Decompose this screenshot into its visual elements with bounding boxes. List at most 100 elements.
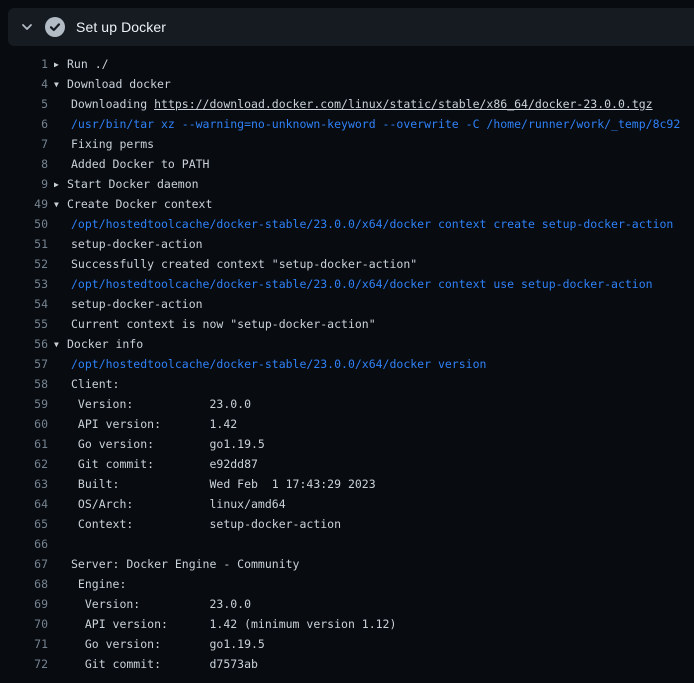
line-number[interactable]: 63 bbox=[0, 474, 48, 494]
log-line: 59 Version: 23.0.0 bbox=[0, 394, 694, 414]
line-number[interactable]: 53 bbox=[0, 274, 48, 294]
log-text: Version: 23.0.0 bbox=[71, 397, 251, 411]
line-content: ▼Download docker bbox=[54, 74, 694, 94]
log-line: 49 ▼Create Docker context bbox=[0, 194, 694, 214]
line-content: setup-docker-action bbox=[54, 234, 694, 254]
command-text: /opt/hostedtoolcache/docker-stable/23.0.… bbox=[71, 357, 486, 371]
log-text: Client: bbox=[71, 377, 119, 391]
log-line: 70 API version: 1.42 (minimum version 1.… bbox=[0, 614, 694, 634]
chevron-down-icon[interactable]: ▼ bbox=[54, 195, 67, 214]
log-text: Start Docker daemon bbox=[67, 177, 199, 191]
line-content: ▼Docker info bbox=[54, 334, 694, 354]
line-content: Added Docker to PATH bbox=[54, 154, 694, 174]
chevron-right-icon[interactable]: ▶ bbox=[54, 55, 67, 74]
line-number[interactable]: 66 bbox=[0, 534, 48, 554]
step-header[interactable]: Set up Docker bbox=[8, 8, 694, 46]
log-text: setup-docker-action bbox=[71, 297, 203, 311]
line-number[interactable]: 1 bbox=[0, 54, 48, 74]
log-text: Go version: go1.19.5 bbox=[71, 437, 265, 451]
chevron-down-icon[interactable] bbox=[20, 20, 34, 34]
line-number[interactable]: 49 bbox=[0, 194, 48, 214]
line-content: API version: 1.42 bbox=[54, 414, 694, 434]
line-number[interactable]: 9 bbox=[0, 174, 48, 194]
log-line: 5 Downloading https://download.docker.com… bbox=[0, 94, 694, 114]
log-line: 54 setup-docker-action bbox=[0, 294, 694, 314]
log-line: 57/opt/hostedtoolcache/docker-stable/23.… bbox=[0, 354, 694, 374]
log-line: 58 Client: bbox=[0, 374, 694, 394]
line-content: Downloading https://download.docker.com/… bbox=[54, 94, 694, 114]
log-line: 50/opt/hostedtoolcache/docker-stable/23.… bbox=[0, 214, 694, 234]
line-number[interactable]: 64 bbox=[0, 494, 48, 514]
line-number[interactable]: 51 bbox=[0, 234, 48, 254]
command-text: /opt/hostedtoolcache/docker-stable/23.0.… bbox=[71, 277, 653, 291]
log-line: 56 ▼Docker info bbox=[0, 334, 694, 354]
line-number[interactable]: 62 bbox=[0, 454, 48, 474]
line-number[interactable]: 55 bbox=[0, 314, 48, 334]
line-number[interactable]: 58 bbox=[0, 374, 48, 394]
log-line: 1 ▶Run ./ bbox=[0, 54, 694, 74]
log-line: 63 Built: Wed Feb 1 17:43:29 2023 bbox=[0, 474, 694, 494]
line-content: Successfully created context "setup-dock… bbox=[54, 254, 694, 274]
line-number[interactable]: 65 bbox=[0, 514, 48, 534]
log-text: Git commit: d7573ab bbox=[71, 657, 258, 671]
command-text: /opt/hostedtoolcache/docker-stable/23.0.… bbox=[71, 217, 673, 231]
line-number[interactable]: 7 bbox=[0, 134, 48, 154]
line-content: Context: setup-docker-action bbox=[54, 514, 694, 534]
chevron-down-icon[interactable]: ▼ bbox=[54, 335, 67, 354]
line-number[interactable]: 8 bbox=[0, 154, 48, 174]
line-number[interactable]: 72 bbox=[0, 654, 48, 674]
line-number[interactable]: 71 bbox=[0, 634, 48, 654]
log-text: Git commit: e92dd87 bbox=[71, 457, 258, 471]
chevron-right-icon[interactable]: ▶ bbox=[54, 175, 67, 194]
line-content: API version: 1.42 (minimum version 1.12) bbox=[54, 614, 694, 634]
line-content: OS/Arch: linux/amd64 bbox=[54, 494, 694, 514]
line-number[interactable]: 61 bbox=[0, 434, 48, 454]
line-number[interactable]: 68 bbox=[0, 574, 48, 594]
log-text: Version: 23.0.0 bbox=[71, 597, 251, 611]
line-content: ▶Run ./ bbox=[54, 54, 694, 74]
log-text: API version: 1.42 bbox=[71, 417, 237, 431]
line-content: ▼Create Docker context bbox=[54, 194, 694, 214]
line-number[interactable]: 70 bbox=[0, 614, 48, 634]
line-content: /opt/hostedtoolcache/docker-stable/23.0.… bbox=[54, 274, 694, 294]
line-number[interactable]: 60 bbox=[0, 414, 48, 434]
step-title: Set up Docker bbox=[76, 19, 166, 35]
log-line: 65 Context: setup-docker-action bbox=[0, 514, 694, 534]
log-text: Run ./ bbox=[67, 57, 109, 71]
line-content: Go version: go1.19.5 bbox=[54, 434, 694, 454]
line-number[interactable]: 54 bbox=[0, 294, 48, 314]
line-content: Version: 23.0.0 bbox=[54, 594, 694, 614]
line-number[interactable]: 6 bbox=[0, 114, 48, 134]
line-number[interactable]: 67 bbox=[0, 554, 48, 574]
line-content: Built: Wed Feb 1 17:43:29 2023 bbox=[54, 474, 694, 494]
line-content: Git commit: e92dd87 bbox=[54, 454, 694, 474]
log-line: 8 Added Docker to PATH bbox=[0, 154, 694, 174]
log-text: Fixing perms bbox=[71, 137, 154, 151]
line-number[interactable]: 57 bbox=[0, 354, 48, 374]
line-content: /opt/hostedtoolcache/docker-stable/23.0.… bbox=[54, 214, 694, 234]
line-number[interactable]: 69 bbox=[0, 594, 48, 614]
log-text: Downloading bbox=[71, 97, 154, 111]
check-circle-icon bbox=[45, 17, 65, 37]
log-text: Current context is now "setup-docker-act… bbox=[71, 317, 376, 331]
log-line: 4 ▼Download docker bbox=[0, 74, 694, 94]
log-text: API version: 1.42 (minimum version 1.12) bbox=[71, 617, 396, 631]
line-content: Fixing perms bbox=[54, 134, 694, 154]
log-link[interactable]: https://download.docker.com/linux/static… bbox=[154, 97, 653, 111]
log-line: 9 ▶Start Docker daemon bbox=[0, 174, 694, 194]
chevron-down-icon[interactable]: ▼ bbox=[54, 75, 67, 94]
log-line: 53/opt/hostedtoolcache/docker-stable/23.… bbox=[0, 274, 694, 294]
line-number[interactable]: 4 bbox=[0, 74, 48, 94]
line-number[interactable]: 52 bbox=[0, 254, 48, 274]
line-number[interactable]: 59 bbox=[0, 394, 48, 414]
line-content: Go version: go1.19.5 bbox=[54, 634, 694, 654]
log-text: Create Docker context bbox=[67, 197, 212, 211]
command-text: /usr/bin/tar xz --warning=no-unknown-key… bbox=[71, 117, 680, 131]
log-line: 51 setup-docker-action bbox=[0, 234, 694, 254]
log-text: Engine: bbox=[71, 577, 126, 591]
line-number[interactable]: 5 bbox=[0, 94, 48, 114]
log-text: Go version: go1.19.5 bbox=[71, 637, 265, 651]
line-content: /usr/bin/tar xz --warning=no-unknown-key… bbox=[54, 114, 694, 134]
line-number[interactable]: 56 bbox=[0, 334, 48, 354]
line-number[interactable]: 50 bbox=[0, 214, 48, 234]
